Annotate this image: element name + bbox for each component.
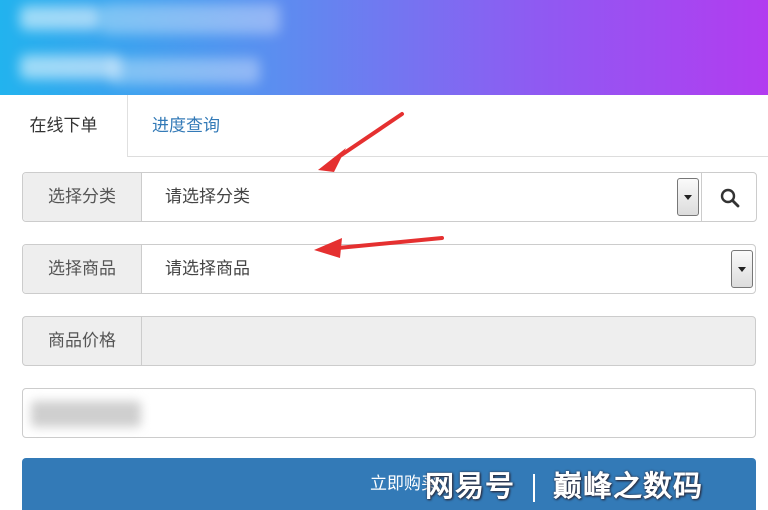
red-arrow-icon <box>314 236 444 258</box>
watermark-right: 巅峰之数码 <box>553 469 704 503</box>
watermark-left: 网易号 <box>425 469 516 503</box>
red-arrow-icon <box>318 112 404 172</box>
watermark: 网易号 巅峰之数码 <box>425 464 703 508</box>
annotation-arrows <box>314 112 444 258</box>
watermark-divider <box>533 474 536 502</box>
